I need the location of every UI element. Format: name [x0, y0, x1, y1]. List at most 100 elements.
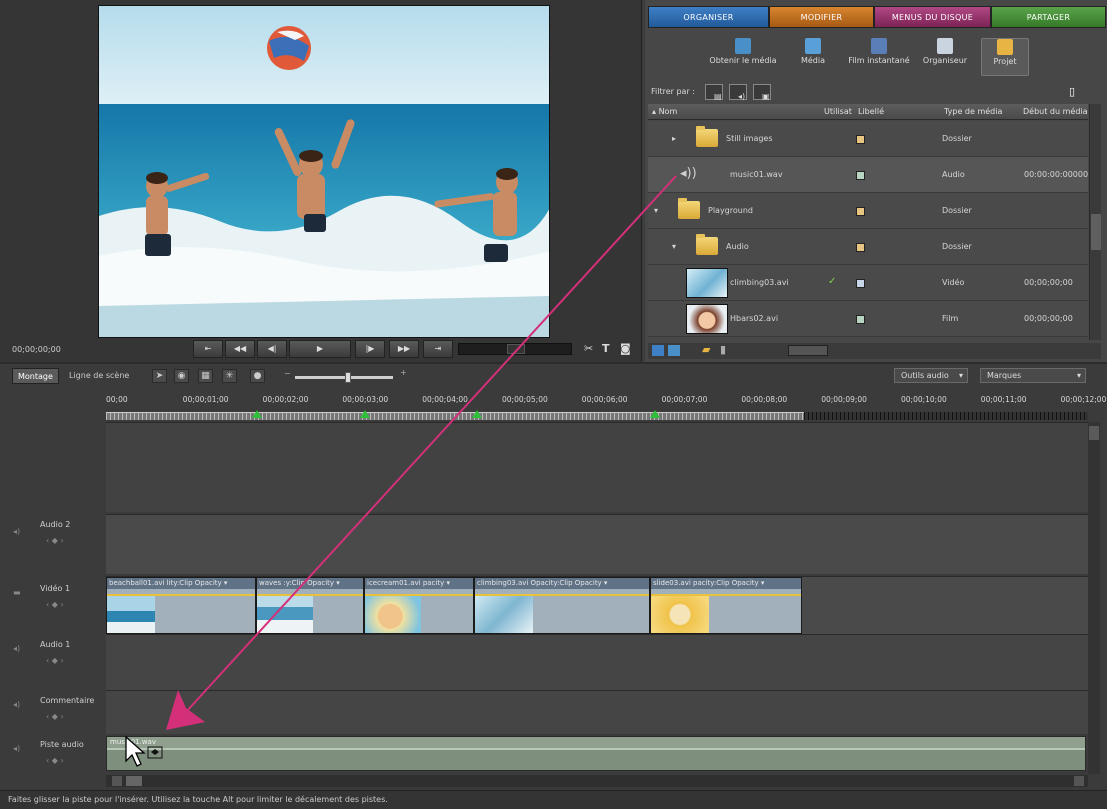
chevron-down-icon[interactable]: ▾ — [672, 242, 676, 251]
scissors-icon[interactable]: ✂ — [584, 342, 593, 355]
filter-label: Filtrer par : — [651, 87, 695, 96]
col-nom[interactable]: ▴ Nom — [652, 107, 677, 116]
camera-icon[interactable]: ◙ — [620, 342, 631, 355]
smart-mix-icon[interactable]: ◉ — [174, 369, 189, 383]
media-row[interactable]: ▾ Playground Dossier — [648, 193, 1088, 229]
label-swatch[interactable] — [856, 315, 865, 324]
speaker-icon[interactable]: ◂) — [13, 644, 20, 653]
organiser-button[interactable]: Organiseur — [919, 38, 971, 76]
chevron-down-icon[interactable]: ▾ — [654, 206, 658, 215]
fast-forward-button[interactable]: ▶▶ — [389, 340, 419, 358]
step-back-button[interactable]: ⇤ — [193, 340, 223, 358]
folder-icon[interactable]: ▰ — [702, 343, 710, 356]
clip-slide[interactable]: slide03.avi pacity:Clip Opacity ▾ — [650, 577, 802, 634]
scene-marker[interactable] — [252, 410, 262, 418]
frame-forward-button[interactable]: |▶ — [355, 340, 385, 358]
tab-modifier[interactable]: MODIFIER — [769, 6, 874, 28]
col-debut[interactable]: Début du média — [1023, 107, 1088, 116]
col-libelle[interactable]: Libellé — [858, 107, 884, 116]
get-media-button[interactable]: Obtenir le média — [707, 38, 779, 76]
filter-video-button[interactable]: ▤ — [705, 84, 723, 101]
play-button[interactable]: ▶ — [289, 340, 351, 358]
media-row[interactable]: ◂)) music01.wav Audio 00:00:00:00000 — [648, 157, 1088, 193]
media-list-scrollbar[interactable] — [1089, 104, 1101, 340]
keyframe-nav[interactable]: ‹ ◆ › — [46, 536, 64, 545]
label-swatch[interactable] — [856, 135, 865, 144]
zoom-out-icon[interactable]: − — [284, 369, 291, 378]
speaker-icon: ◂) — [738, 92, 746, 101]
scroll-right-icon[interactable] — [1074, 776, 1084, 786]
timeline-v-scrollbar[interactable] — [1088, 422, 1100, 774]
keyframe-nav[interactable]: ‹ ◆ › — [46, 656, 64, 665]
trash-icon[interactable]: ▮ — [720, 343, 726, 356]
filter-image-button[interactable]: ▣ — [753, 84, 771, 101]
rewind-button[interactable]: ◀◀ — [225, 340, 255, 358]
star-icon[interactable]: ✳ — [222, 369, 237, 383]
scroll-left-icon[interactable] — [112, 776, 122, 786]
media-label: Média — [800, 56, 826, 65]
zoom-slider[interactable] — [295, 372, 393, 383]
shuttle-slider[interactable] — [458, 343, 572, 355]
speaker-icon[interactable]: ◂) — [13, 527, 20, 536]
mic-icon[interactable]: ● — [250, 369, 265, 383]
label-swatch[interactable] — [856, 207, 865, 216]
h-scroll-thumb[interactable] — [788, 345, 828, 356]
media-row[interactable]: ▸ Still images Dossier — [648, 121, 1088, 157]
audio-tools-dropdown[interactable]: Outils audio ▾ — [894, 368, 968, 383]
new-item-icon[interactable]: ▯ — [1069, 85, 1075, 98]
zoom-in-icon[interactable]: + — [400, 368, 407, 377]
scroll-thumb[interactable] — [1091, 214, 1101, 250]
clip-climbing[interactable]: climbing03.avi Opacity:Clip Opacity ▾ — [474, 577, 650, 634]
tab-ligne-de-scene[interactable]: Ligne de scène — [64, 368, 134, 384]
keyframe-nav[interactable]: ‹ ◆ › — [46, 712, 64, 721]
film-icon[interactable]: ▬ — [13, 588, 21, 597]
instant-movie-button[interactable]: Film instantané — [845, 38, 913, 76]
timeline-h-scrollbar[interactable] — [106, 775, 1088, 787]
step-forward-button[interactable]: ⇥ — [423, 340, 453, 358]
commentaire-track[interactable] — [106, 690, 1088, 734]
scene-marker[interactable] — [650, 410, 660, 418]
filter-audio-button[interactable]: ◂) — [729, 84, 747, 101]
audio1-track[interactable] — [106, 634, 1088, 690]
media-start: 00;00;00;00 — [1024, 314, 1073, 323]
tab-partager[interactable]: PARTAGER — [991, 6, 1106, 28]
scroll-thumb[interactable] — [1089, 426, 1099, 440]
list-view-icon[interactable] — [652, 345, 664, 356]
fit-icon[interactable]: ▦ — [198, 369, 213, 383]
clip-waves[interactable]: waves :y:Clip Opacity ▾ — [256, 577, 364, 634]
project-button[interactable]: Projet — [981, 38, 1029, 76]
label-swatch[interactable] — [856, 171, 865, 180]
clip-beachball[interactable]: beachball01.avi lity:Clip Opacity ▾ — [106, 577, 256, 634]
media-row[interactable]: Hbars02.avi Film 00;00;00;00 — [648, 301, 1088, 337]
zoom-knob[interactable] — [345, 372, 351, 383]
volume-line[interactable] — [107, 748, 1085, 750]
markers-dropdown[interactable]: Marques ▾ — [980, 368, 1086, 383]
label-swatch[interactable] — [856, 279, 865, 288]
audio2-track[interactable] — [106, 514, 1088, 574]
col-type[interactable]: Type de média — [944, 107, 1002, 116]
scene-marker[interactable] — [472, 410, 482, 418]
label-swatch[interactable] — [856, 243, 865, 252]
speaker-icon[interactable]: ◂) — [13, 700, 20, 709]
keyframe-nav[interactable]: ‹ ◆ › — [46, 600, 64, 609]
chevron-right-icon[interactable]: ▸ — [672, 134, 676, 143]
shuttle-knob[interactable] — [507, 344, 525, 354]
media-row[interactable]: ▾ Audio Dossier — [648, 229, 1088, 265]
tab-menus-du-disque[interactable]: MENUS DU DISQUE — [874, 6, 991, 28]
tab-organiser[interactable]: ORGANISER — [648, 6, 769, 28]
col-utilise[interactable]: Utilisat — [824, 107, 852, 116]
scene-marker[interactable] — [360, 410, 370, 418]
audio-clip-music01[interactable]: music01.wav — [106, 736, 1086, 771]
work-area-bar[interactable] — [106, 412, 804, 420]
tab-montage[interactable]: Montage — [12, 368, 59, 384]
keyframe-nav[interactable]: ‹ ◆ › — [46, 756, 64, 765]
frame-back-button[interactable]: ◀| — [257, 340, 287, 358]
selection-tool-icon[interactable]: ➤ — [152, 369, 167, 383]
clip-icecream[interactable]: icecream01.avi pacity ▾ — [364, 577, 474, 634]
text-icon[interactable]: T — [602, 342, 610, 355]
icon-view-icon[interactable] — [668, 345, 680, 356]
scroll-thumb[interactable] — [126, 776, 142, 786]
media-button[interactable]: Média — [795, 38, 831, 76]
media-row[interactable]: climbing03.avi ✓ Vidéo 00;00;00;00 — [648, 265, 1088, 301]
speaker-icon[interactable]: ◂) — [13, 744, 20, 753]
